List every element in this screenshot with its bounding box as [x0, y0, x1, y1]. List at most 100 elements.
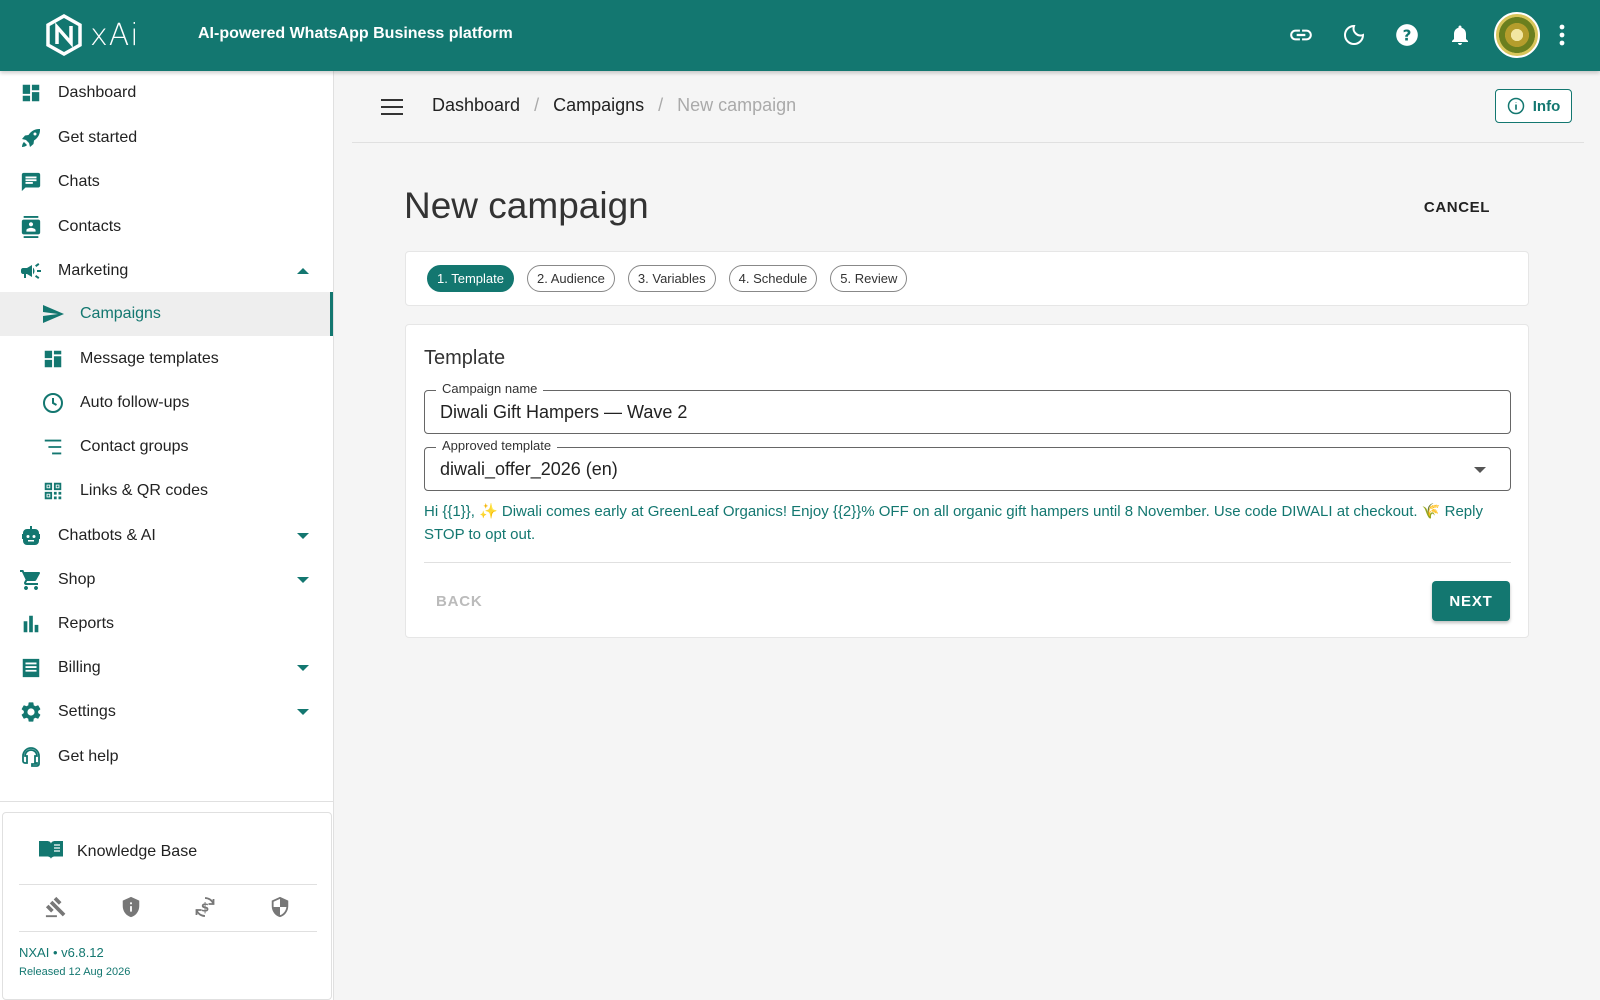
sidebar-item-label: Contacts — [58, 218, 122, 235]
sidebar-item-get-started[interactable]: Get started — [0, 116, 333, 160]
sidebar-item-contact-groups[interactable]: Contact groups — [0, 425, 333, 469]
avatar[interactable] — [1494, 12, 1540, 58]
sidebar-item-label: Reports — [58, 615, 115, 632]
step-audience[interactable]: 2. Audience — [526, 265, 615, 292]
expand-arrow-icon — [297, 665, 309, 671]
approved-template-label: Approved template — [436, 438, 558, 453]
app-tagline: AI-powered WhatsApp Business platform — [198, 25, 513, 42]
top-app-bar: xAi AI-powered WhatsApp Business platfor… — [0, 0, 1600, 71]
expand-arrow-icon — [297, 577, 309, 583]
sidebar-item-label: Dashboard — [58, 84, 137, 101]
book-icon — [37, 837, 65, 866]
sidebar-item-label: Campaigns — [80, 305, 161, 322]
info-button-label: Info — [1532, 97, 1561, 115]
gavel-icon[interactable] — [42, 893, 70, 921]
dropdown-arrow-icon — [1474, 467, 1486, 473]
template-card: Template Campaign name Diwali Gift Hampe… — [405, 324, 1529, 638]
card-divider — [424, 562, 1511, 563]
refund-icon[interactable]: $ — [191, 893, 219, 921]
app-version: NXAI • v6.8.12 — [19, 945, 104, 960]
template-icon — [40, 346, 66, 372]
robot-icon — [18, 523, 44, 549]
privacy-shield-icon[interactable] — [117, 893, 145, 921]
breadcrumb-dashboard[interactable]: Dashboard — [432, 95, 520, 116]
sidebar: Dashboard Get started Chats Contacts Mar… — [0, 71, 334, 1000]
svg-text:?: ? — [1402, 26, 1411, 44]
approved-template-value: diwali_offer_2026 (en) — [440, 458, 618, 479]
campaign-name-value: Diwali Gift Hampers — Wave 2 — [440, 401, 688, 422]
sidebar-item-label: Auto follow-ups — [80, 394, 190, 411]
page-title: New campaign — [404, 185, 649, 226]
approved-template-select[interactable]: Approved template diwali_offer_2026 (en) — [424, 438, 1511, 491]
expand-arrow-icon — [297, 709, 309, 715]
divider — [19, 884, 317, 885]
send-icon — [40, 301, 66, 327]
template-preview: Hi {{1}}, ✨ Diwali comes early at GreenL… — [424, 503, 1483, 543]
next-button[interactable]: NEXT — [1432, 581, 1510, 621]
logo[interactable]: xAi — [42, 13, 140, 57]
release-date: Released 12 Aug 2026 — [19, 966, 131, 978]
cart-icon — [18, 567, 44, 593]
collapse-arrow-icon — [297, 268, 309, 274]
step-variables[interactable]: 3. Variables — [627, 265, 716, 292]
gear-icon — [18, 699, 44, 725]
sidebar-item-chatbots-ai[interactable]: Chatbots & AI — [0, 514, 333, 558]
sidebar-item-message-templates[interactable]: Message templates — [0, 337, 333, 381]
breadcrumb-campaigns[interactable]: Campaigns — [553, 95, 644, 116]
step-schedule[interactable]: 4. Schedule — [728, 265, 818, 292]
step-review[interactable]: 5. Review — [830, 265, 908, 292]
security-shield-icon[interactable] — [266, 893, 294, 921]
clock-icon — [40, 390, 66, 416]
dashboard-icon — [18, 80, 44, 106]
bar-chart-icon — [18, 611, 44, 637]
sidebar-item-label: Message templates — [80, 350, 219, 367]
sidebar-item-dashboard[interactable]: Dashboard — [0, 71, 333, 115]
step-template[interactable]: 1. Template — [427, 265, 514, 292]
sidebar-item-shop[interactable]: Shop — [0, 558, 333, 602]
expand-arrow-icon — [297, 533, 309, 539]
knowledge-base-link[interactable]: Knowledge Base — [37, 837, 197, 866]
back-button[interactable]: BACK — [436, 593, 483, 610]
sidebar-item-contacts[interactable]: Contacts — [0, 205, 333, 249]
sidebar-item-label: Get started — [58, 129, 138, 146]
menu-icon[interactable] — [378, 93, 406, 121]
notifications-icon[interactable] — [1433, 12, 1486, 58]
sidebar-item-settings[interactable]: Settings — [0, 690, 333, 734]
link-icon[interactable] — [1274, 12, 1327, 58]
help-icon[interactable]: ? — [1380, 12, 1433, 58]
chat-icon — [18, 169, 44, 195]
knowledge-base-card: Knowledge Base $ NXAI • v6.8.12 Released… — [2, 812, 332, 1000]
list-icon — [40, 434, 66, 460]
dark-mode-icon[interactable] — [1327, 12, 1380, 58]
sidebar-item-marketing[interactable]: Marketing — [0, 249, 333, 293]
info-icon — [1507, 97, 1524, 115]
contacts-icon — [18, 214, 44, 240]
sidebar-item-get-help[interactable]: Get help — [0, 735, 333, 779]
campaign-stepper: 1. Template 2. Audience 3. Variables 4. … — [405, 251, 1529, 306]
sidebar-item-label: Billing — [58, 659, 101, 676]
campaign-name-label: Campaign name — [436, 381, 544, 396]
info-button[interactable]: Info — [1495, 89, 1572, 123]
sidebar-item-auto-follow-ups[interactable]: Auto follow-ups — [0, 381, 333, 425]
card-title: Template — [424, 347, 506, 369]
logo-mark-icon — [46, 13, 82, 57]
more-vert-icon[interactable] — [1550, 12, 1574, 58]
main-content: Dashboard / Campaigns / New campaign Inf… — [334, 71, 1600, 1000]
sidebar-item-label: Links & QR codes — [80, 482, 209, 499]
sidebar-item-billing[interactable]: Billing — [0, 646, 333, 690]
knowledge-base-label: Knowledge Base — [77, 842, 198, 860]
receipt-icon — [18, 655, 44, 681]
sidebar-item-reports[interactable]: Reports — [0, 602, 333, 646]
breadcrumb-separator: / — [658, 95, 664, 115]
sidebar-item-campaigns[interactable]: Campaigns — [0, 292, 333, 336]
sidebar-item-chats[interactable]: Chats — [0, 160, 333, 204]
cancel-button[interactable]: CANCEL — [1424, 199, 1490, 216]
campaign-name-field[interactable]: Campaign name Diwali Gift Hampers — Wave… — [424, 381, 1511, 434]
sidebar-item-links-qr[interactable]: Links & QR codes — [0, 469, 333, 513]
support-icon — [18, 744, 44, 770]
logo-text: xAi — [90, 17, 140, 53]
rocket-icon — [18, 125, 44, 151]
sidebar-item-label: Contact groups — [80, 438, 189, 455]
sidebar-item-label: Settings — [58, 703, 116, 720]
megaphone-icon — [18, 258, 44, 284]
